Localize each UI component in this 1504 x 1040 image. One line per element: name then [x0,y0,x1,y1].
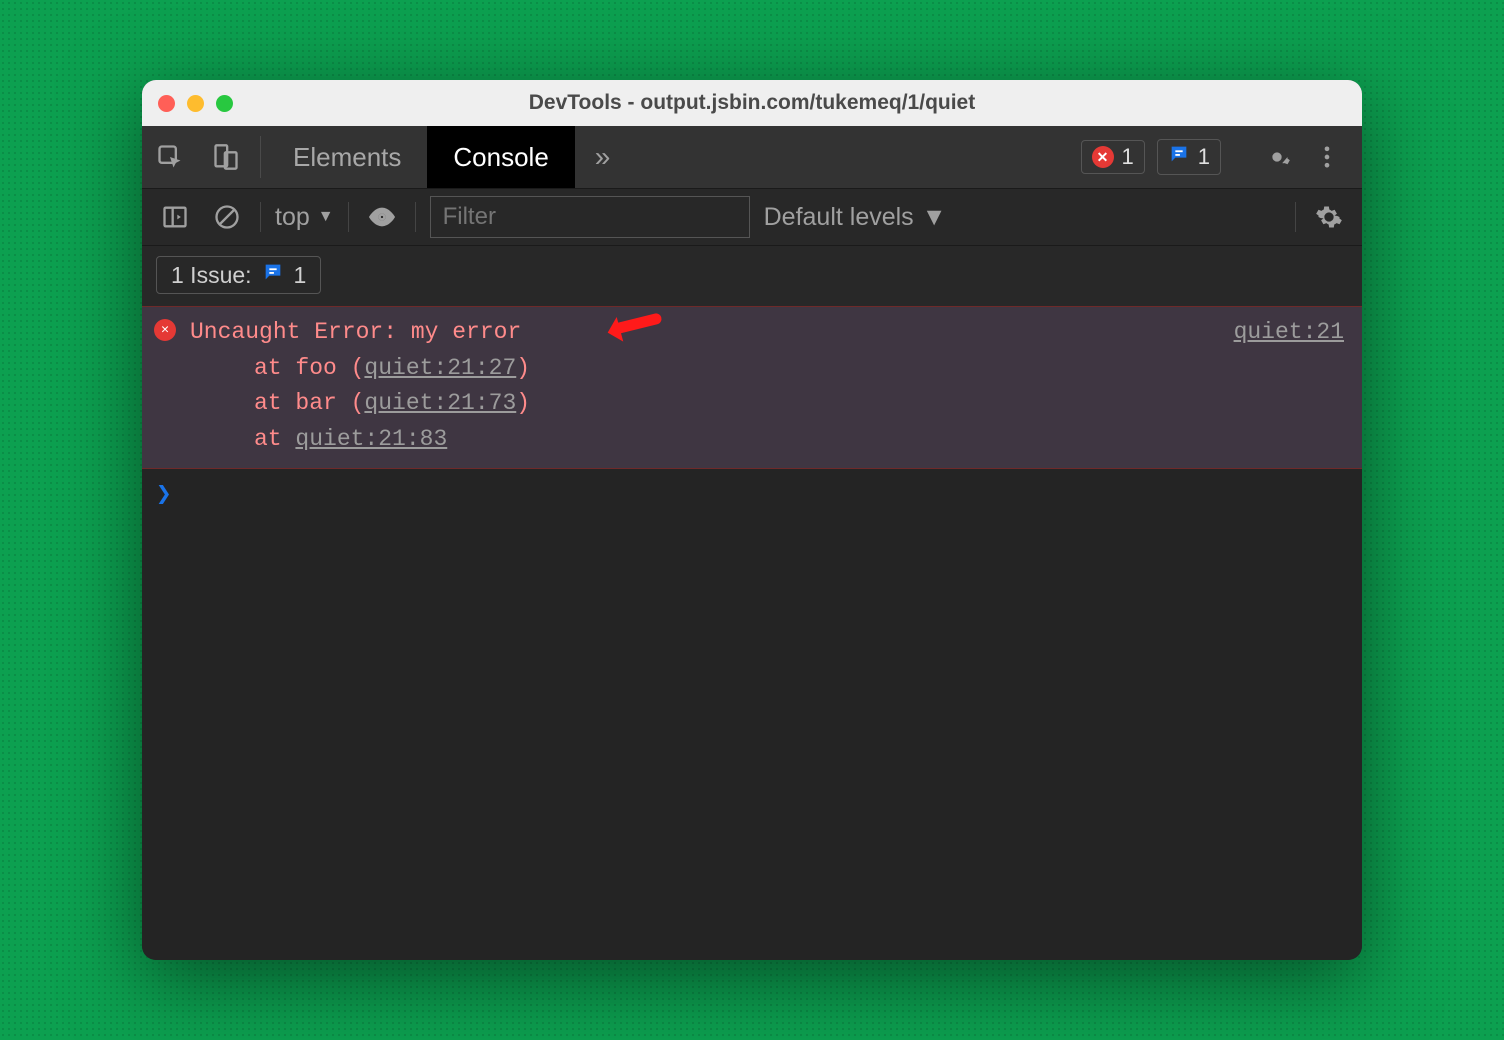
stack-frame-link[interactable]: quiet:21:27 [364,355,516,381]
stack-frame-link[interactable]: quiet:21:83 [295,426,447,452]
more-options-button[interactable] [1308,143,1346,171]
eye-icon [368,203,396,231]
more-tabs-button[interactable]: » [575,126,631,188]
stack-frame: at bar (quiet:21:73) [154,386,1344,422]
error-icon [154,319,176,341]
tab-label: Elements [293,142,401,173]
console-error-message: Uncaught Error: my error quiet:21 at foo… [142,306,1362,469]
errors-count: 1 [1122,144,1134,170]
tab-console[interactable]: Console [427,126,574,188]
log-levels-selector[interactable]: Default levels ▼ [764,203,947,232]
gear-icon [1263,143,1291,171]
issues-chip[interactable]: 1 Issue: 1 [156,256,321,294]
issues-row: 1 Issue: 1 [142,246,1362,306]
tab-label: Console [453,142,548,173]
separator [415,202,416,232]
clear-icon [213,203,241,231]
chevron-down-icon: ▼ [922,203,947,232]
separator [348,202,349,232]
issue-icon [262,261,284,289]
inspect-element-button[interactable] [142,126,198,188]
devtools-toolbar: Elements Console » 1 1 [142,126,1362,188]
filter-input[interactable] [430,196,750,238]
issues-count: 1 [1198,144,1210,170]
context-label: top [275,203,310,232]
inspect-icon [156,143,184,171]
levels-label: Default levels [764,203,914,232]
errors-badge[interactable]: 1 [1081,140,1145,174]
separator [260,136,261,178]
chevron-right-icon: » [595,141,611,173]
chevron-down-icon: ▼ [318,208,334,226]
console-output: Uncaught Error: my error quiet:21 at foo… [142,306,1362,960]
stack-frame-link[interactable]: quiet:21:73 [364,390,516,416]
dots-vertical-icon [1313,143,1341,171]
window-title: DevTools - output.jsbin.com/tukemeq/1/qu… [142,91,1362,115]
issue-icon [1168,143,1190,171]
minimize-window-button[interactable] [187,95,204,112]
console-settings-button[interactable] [1310,203,1348,231]
zoom-window-button[interactable] [216,95,233,112]
tab-elements[interactable]: Elements [267,126,427,188]
error-icon [1092,146,1114,168]
close-window-button[interactable] [158,95,175,112]
device-icon [212,143,240,171]
error-text: Uncaught Error: my error [190,315,521,351]
window-titlebar: DevTools - output.jsbin.com/tukemeq/1/qu… [142,80,1362,126]
toggle-console-sidebar-button[interactable] [156,203,194,231]
console-prompt[interactable]: ❯ [142,469,1362,520]
gear-icon [1315,203,1343,231]
sidebar-icon [161,203,189,231]
issues-badge[interactable]: 1 [1157,139,1221,175]
stack-frame: at foo (quiet:21:27) [154,351,1344,387]
separator [1295,202,1296,232]
console-toolbar: top ▼ Default levels ▼ [142,188,1362,246]
live-expression-button[interactable] [363,203,401,231]
traffic-lights [158,95,233,112]
issues-label: 1 Issue: [171,262,252,289]
clear-console-button[interactable] [208,203,246,231]
error-source-link[interactable]: quiet:21 [1214,315,1344,351]
device-toolbar-button[interactable] [198,126,254,188]
separator [260,202,261,232]
issues-chip-count: 1 [294,262,307,289]
devtools-window: DevTools - output.jsbin.com/tukemeq/1/qu… [142,80,1362,960]
stack-frame: at quiet:21:83 [154,422,1344,458]
execution-context-selector[interactable]: top ▼ [275,203,334,232]
chevron-right-icon: ❯ [156,480,172,510]
settings-button[interactable] [1258,143,1296,171]
